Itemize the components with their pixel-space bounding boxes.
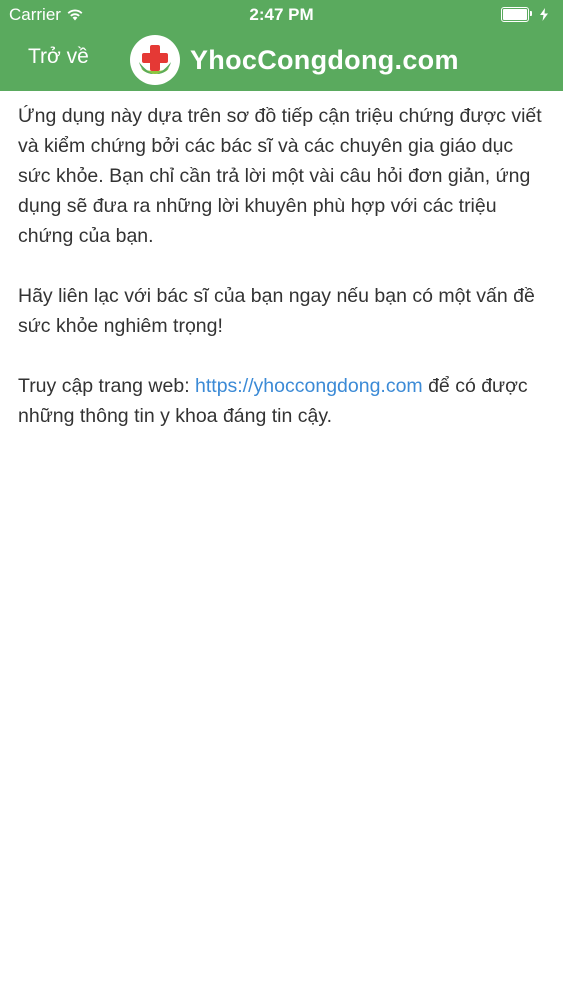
warning-paragraph: Hãy liên lạc với bác sĩ của bạn ngay nếu…: [18, 285, 535, 337]
website-paragraph: Truy cập trang web: https://yhoccongdong…: [18, 371, 545, 431]
app-header: Carrier 2:47 PM Trở về YhocCongdong.com: [0, 0, 563, 91]
intro-paragraph: Ứng dụng này dựa trên sơ đồ tiếp cận tri…: [18, 105, 542, 247]
status-time: 2:47 PM: [249, 5, 314, 24]
info-content: Ứng dụng này dựa trên sơ đồ tiếp cận tri…: [0, 91, 563, 431]
brand: YhocCongdong.com: [130, 35, 459, 85]
logo: [130, 35, 180, 85]
status-bar: Carrier 2:47 PM: [0, 0, 563, 30]
battery-indicator: [501, 7, 549, 22]
charging-icon: [540, 8, 548, 21]
navigation-bar: Trở về YhocCongdong.com: [0, 30, 563, 91]
website-text-before: Truy cập trang web:: [18, 375, 196, 397]
back-button[interactable]: Trở về: [28, 45, 89, 69]
battery-icon: [501, 7, 532, 22]
website-link[interactable]: https://yhoccongdong.com: [195, 375, 423, 397]
red-cross-icon: [139, 45, 171, 74]
brand-title: YhocCongdong.com: [190, 44, 459, 75]
